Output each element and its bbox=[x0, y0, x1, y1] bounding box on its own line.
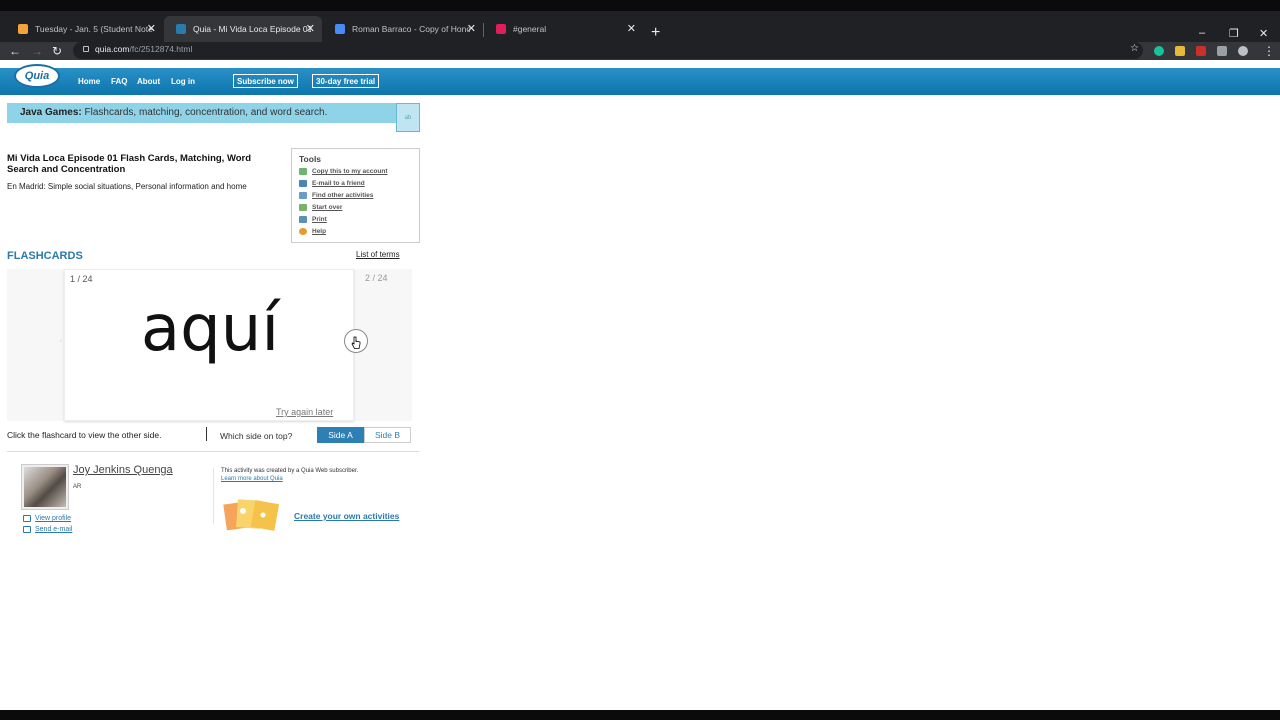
new-tab-button[interactable]: + bbox=[651, 24, 660, 42]
click-hint-text: Click the flashcard to view the other si… bbox=[7, 430, 162, 440]
send-email-link[interactable]: Send e-mail bbox=[23, 526, 72, 533]
tab-label: Roman Barraco - Copy of Honor bbox=[352, 24, 470, 34]
web-page: Quia Home FAQ About Log in Subscribe now… bbox=[0, 60, 1280, 710]
minimize-button[interactable]: – bbox=[1199, 27, 1205, 39]
tab-general[interactable]: #general ✕ bbox=[484, 16, 643, 42]
close-icon[interactable]: ✕ bbox=[147, 22, 156, 35]
java-games-thumbnail[interactable]: ab bbox=[396, 103, 420, 132]
nav-login[interactable]: Log in bbox=[171, 77, 195, 86]
flashcard[interactable]: 1 / 24 aquí Try again later bbox=[64, 269, 354, 421]
nav-about[interactable]: About bbox=[137, 77, 160, 86]
email-icon bbox=[23, 526, 31, 533]
activity-description: En Madrid: Simple social situations, Per… bbox=[7, 182, 247, 191]
created-by-text: This activity was created by a Quia Web … bbox=[221, 468, 359, 474]
tools-heading: Tools bbox=[299, 154, 322, 164]
copy-icon bbox=[299, 168, 307, 175]
tool-start-over[interactable]: Start over bbox=[299, 204, 342, 211]
address-bar[interactable]: quia.com/fc/2512874.html ☆ bbox=[73, 42, 1143, 59]
menu-kebab-icon[interactable]: ⋮ bbox=[1263, 42, 1275, 60]
screen-bottom-edge bbox=[0, 710, 1280, 720]
search-icon bbox=[299, 192, 307, 199]
divider bbox=[213, 468, 214, 524]
author-name-link[interactable]: Joy Jenkins Quenga bbox=[73, 464, 173, 476]
adblock-extension-icon[interactable] bbox=[1196, 46, 1206, 56]
bookmark-star-icon[interactable]: ☆ bbox=[1130, 43, 1139, 54]
tool-print[interactable]: Print bbox=[299, 216, 327, 223]
section-divider bbox=[7, 451, 419, 452]
flashcards-heading: FLASHCARDS bbox=[7, 250, 83, 262]
tool-email[interactable]: E-mail to a friend bbox=[299, 180, 365, 187]
activity-title: Mi Vida Loca Episode 01 Flash Cards, Mat… bbox=[7, 153, 252, 175]
java-games-text: Flashcards, matching, concentration, and… bbox=[81, 107, 328, 118]
side-a-button[interactable]: Side A bbox=[317, 427, 364, 443]
which-side-label: Which side on top? bbox=[220, 431, 293, 441]
browser-toolbar: ← → ↻ quia.com/fc/2512874.html ☆ ⋮ bbox=[0, 42, 1280, 60]
grammarly-extension-icon[interactable] bbox=[1154, 46, 1164, 56]
hand-cursor-icon bbox=[351, 336, 361, 349]
nav-home[interactable]: Home bbox=[78, 77, 100, 86]
profile-avatar-icon[interactable] bbox=[1238, 46, 1248, 56]
help-icon bbox=[299, 228, 307, 235]
tab-label: Tuesday - Jan. 5 (Student Notes bbox=[35, 24, 153, 34]
email-icon bbox=[299, 180, 307, 187]
try-again-later-link[interactable]: Try again later bbox=[276, 407, 333, 417]
close-icon[interactable]: ✕ bbox=[306, 22, 315, 35]
forward-icon[interactable]: → bbox=[31, 42, 43, 60]
tab-label: #general bbox=[513, 24, 547, 34]
author-location: AR bbox=[73, 484, 82, 490]
tab-quia[interactable]: Quia - Mi Vida Loca Episode 01 F ✕ bbox=[164, 16, 322, 42]
lock-icon bbox=[83, 46, 89, 52]
card-counter: 1 / 24 bbox=[70, 274, 93, 284]
tool-copy[interactable]: Copy this to my account bbox=[299, 168, 387, 175]
card-term: aquí bbox=[140, 292, 280, 366]
close-icon[interactable]: ✕ bbox=[467, 22, 476, 35]
side-b-button[interactable]: Side B bbox=[364, 427, 411, 443]
tab-roman-barraco[interactable]: Roman Barraco - Copy of Honor ✕ bbox=[323, 16, 483, 42]
list-of-terms-link[interactable]: List of terms bbox=[356, 250, 400, 259]
slides-icon bbox=[18, 24, 28, 34]
screen-top-edge bbox=[0, 0, 1280, 11]
print-icon bbox=[299, 216, 307, 223]
divider bbox=[206, 427, 207, 441]
view-profile-link[interactable]: View profile bbox=[23, 515, 71, 522]
avatar[interactable] bbox=[21, 464, 69, 510]
browser-tab-bar: Tuesday - Jan. 5 (Student Notes ✕ Quia -… bbox=[0, 11, 1280, 42]
quia-icon bbox=[176, 24, 186, 34]
restore-button[interactable]: ❐ bbox=[1229, 27, 1239, 40]
reload-icon[interactable]: ↻ bbox=[52, 42, 62, 60]
quia-header: Quia Home FAQ About Log in Subscribe now… bbox=[0, 64, 1280, 95]
back-icon[interactable]: ← bbox=[9, 42, 21, 60]
learn-more-link[interactable]: Learn more about Quia bbox=[221, 476, 283, 482]
activities-illustration bbox=[223, 499, 280, 531]
rewind-icon bbox=[299, 204, 307, 211]
java-games-label: Java Games: bbox=[20, 107, 82, 118]
tab-label: Quia - Mi Vida Loca Episode 01 F bbox=[193, 24, 311, 34]
docs-icon bbox=[335, 24, 345, 34]
url-text: quia.com/fc/2512874.html bbox=[95, 44, 193, 54]
puzzle-extension-icon[interactable] bbox=[1217, 46, 1227, 56]
tool-find[interactable]: Find other activities bbox=[299, 192, 373, 199]
tool-help[interactable]: Help bbox=[299, 228, 326, 235]
create-own-activities-link[interactable]: Create your own activities bbox=[294, 511, 399, 521]
quia-logo[interactable]: Quia bbox=[14, 64, 60, 88]
close-icon[interactable]: ✕ bbox=[627, 22, 636, 35]
tab-student-notes[interactable]: Tuesday - Jan. 5 (Student Notes ✕ bbox=[6, 16, 163, 42]
window-close-button[interactable]: ✕ bbox=[1259, 27, 1268, 40]
java-games-banner[interactable]: Java Games: Flashcards, matching, concen… bbox=[7, 103, 397, 123]
notes-extension-icon[interactable] bbox=[1175, 46, 1185, 56]
tools-panel: Tools Copy this to my account E-mail to … bbox=[291, 148, 420, 243]
free-trial-button[interactable]: 30-day free trial bbox=[312, 74, 380, 88]
slack-icon bbox=[496, 24, 506, 34]
profile-icon bbox=[23, 515, 31, 522]
nav-faq[interactable]: FAQ bbox=[111, 77, 127, 86]
subscribe-button[interactable]: Subscribe now bbox=[233, 74, 298, 88]
next-card-counter: 2 / 24 bbox=[365, 273, 388, 283]
